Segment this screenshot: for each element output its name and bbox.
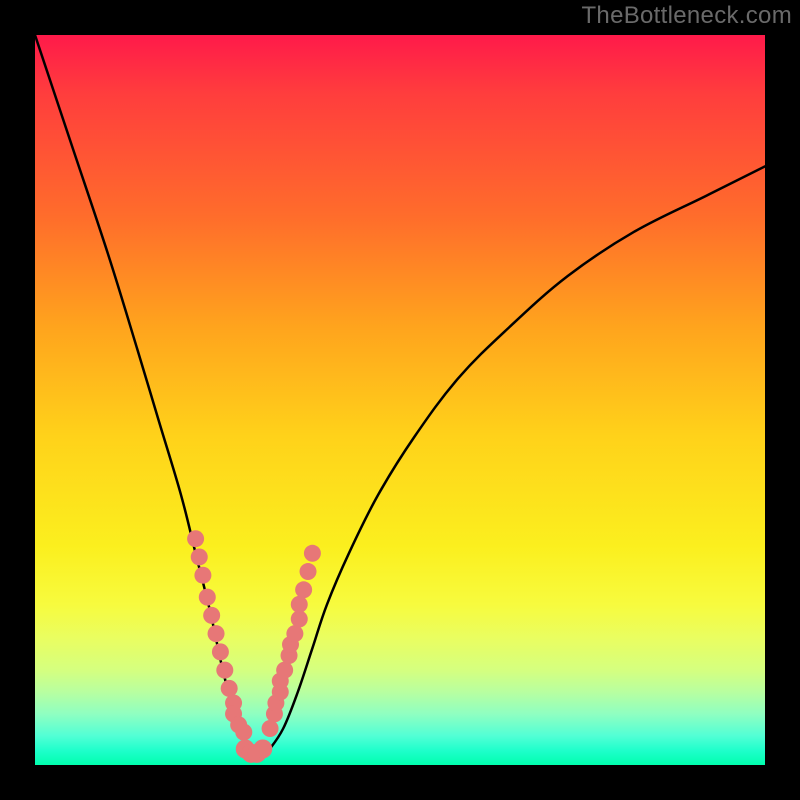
marker-dot [253, 739, 272, 758]
marker-dot [221, 680, 238, 697]
marker-dot [235, 724, 252, 741]
marker-dot [203, 607, 220, 624]
marker-dot [191, 548, 208, 565]
marker-dot [304, 545, 321, 562]
marker-dot [300, 563, 317, 580]
marker-dot [276, 662, 293, 679]
marker-dot [194, 567, 211, 584]
marker-dot [291, 596, 308, 613]
marker-cluster-bottom [236, 739, 273, 762]
marker-dot [286, 625, 303, 642]
marker-dot [212, 643, 229, 660]
plot-area [35, 35, 765, 765]
marker-dot [187, 530, 204, 547]
marker-dot [291, 611, 308, 628]
marker-dot [199, 589, 216, 606]
watermark-text: TheBottleneck.com [581, 2, 792, 30]
chart-svg [35, 35, 765, 765]
bottleneck-curve [35, 35, 765, 759]
marker-dot [208, 625, 225, 642]
marker-dot [295, 581, 312, 598]
marker-dot [216, 662, 233, 679]
chart-frame: TheBottleneck.com [0, 0, 800, 800]
marker-dot [262, 720, 279, 737]
marker-cluster-left [187, 530, 252, 740]
